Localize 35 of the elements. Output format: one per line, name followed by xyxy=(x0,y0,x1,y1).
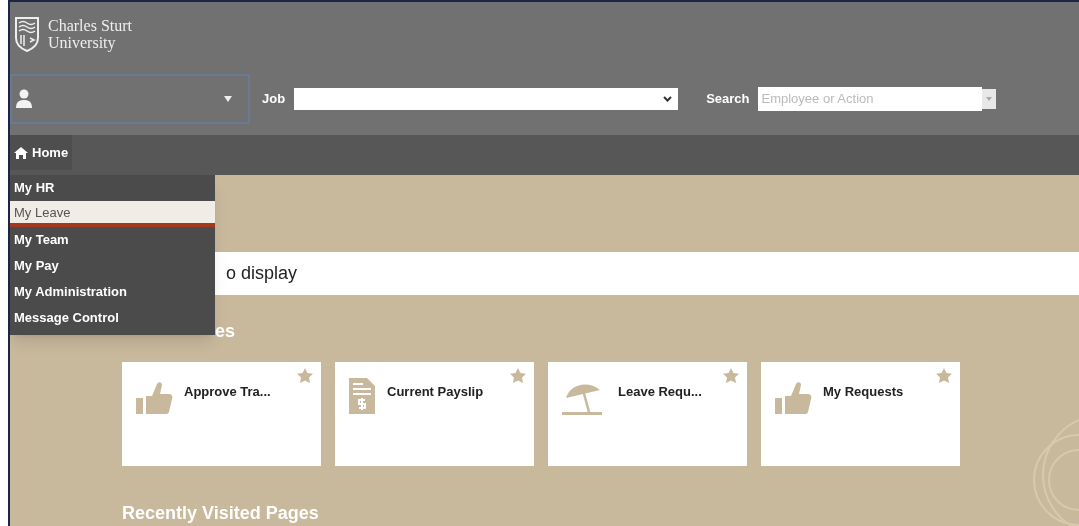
search-label: Search xyxy=(706,89,750,108)
tile-label: Current Payslip xyxy=(387,383,484,401)
tile-label: My Requests xyxy=(823,383,904,401)
menu-item[interactable]: My Leave xyxy=(10,201,215,227)
shield-logo-icon xyxy=(14,16,40,52)
tile-label: Approve Tra... xyxy=(184,383,271,401)
search-field[interactable]: Employee or Action xyxy=(757,86,982,111)
payslip-icon xyxy=(347,376,377,416)
caret-icon xyxy=(224,95,232,102)
section-heading: Recently Visited Pages xyxy=(122,503,319,523)
section-heading: es xyxy=(215,321,236,341)
menu-item[interactable]: My HR xyxy=(10,175,215,201)
job-select[interactable] xyxy=(294,87,679,110)
app-tile[interactable]: Approve Tra... xyxy=(122,362,321,466)
tile-label: Leave Requ... xyxy=(618,383,702,401)
menu-item[interactable]: My Administration xyxy=(10,279,215,305)
menu-item[interactable]: My Team xyxy=(10,227,215,253)
logo-text: Charles Sturt xyxy=(48,17,132,34)
star-icon[interactable] xyxy=(297,368,313,384)
star-icon[interactable] xyxy=(510,368,526,384)
menu-item[interactable]: Message Control xyxy=(10,305,215,331)
job-label: Job xyxy=(262,89,286,108)
star-icon[interactable] xyxy=(723,368,739,384)
user-icon xyxy=(16,88,32,109)
app-tile[interactable]: My Requests xyxy=(761,362,960,466)
logo-text: University xyxy=(48,34,117,51)
notice-text: o display xyxy=(226,262,298,285)
chevron-down-icon xyxy=(663,95,673,102)
home-icon xyxy=(14,146,28,159)
user-select[interactable] xyxy=(10,73,250,124)
app-tile[interactable]: Leave Requ... xyxy=(548,362,747,466)
menu-item[interactable]: My Pay xyxy=(10,253,215,279)
app-tile[interactable]: Current Payslip xyxy=(335,362,534,466)
home-tab[interactable]: Home xyxy=(10,135,73,170)
star-icon[interactable] xyxy=(936,368,952,384)
